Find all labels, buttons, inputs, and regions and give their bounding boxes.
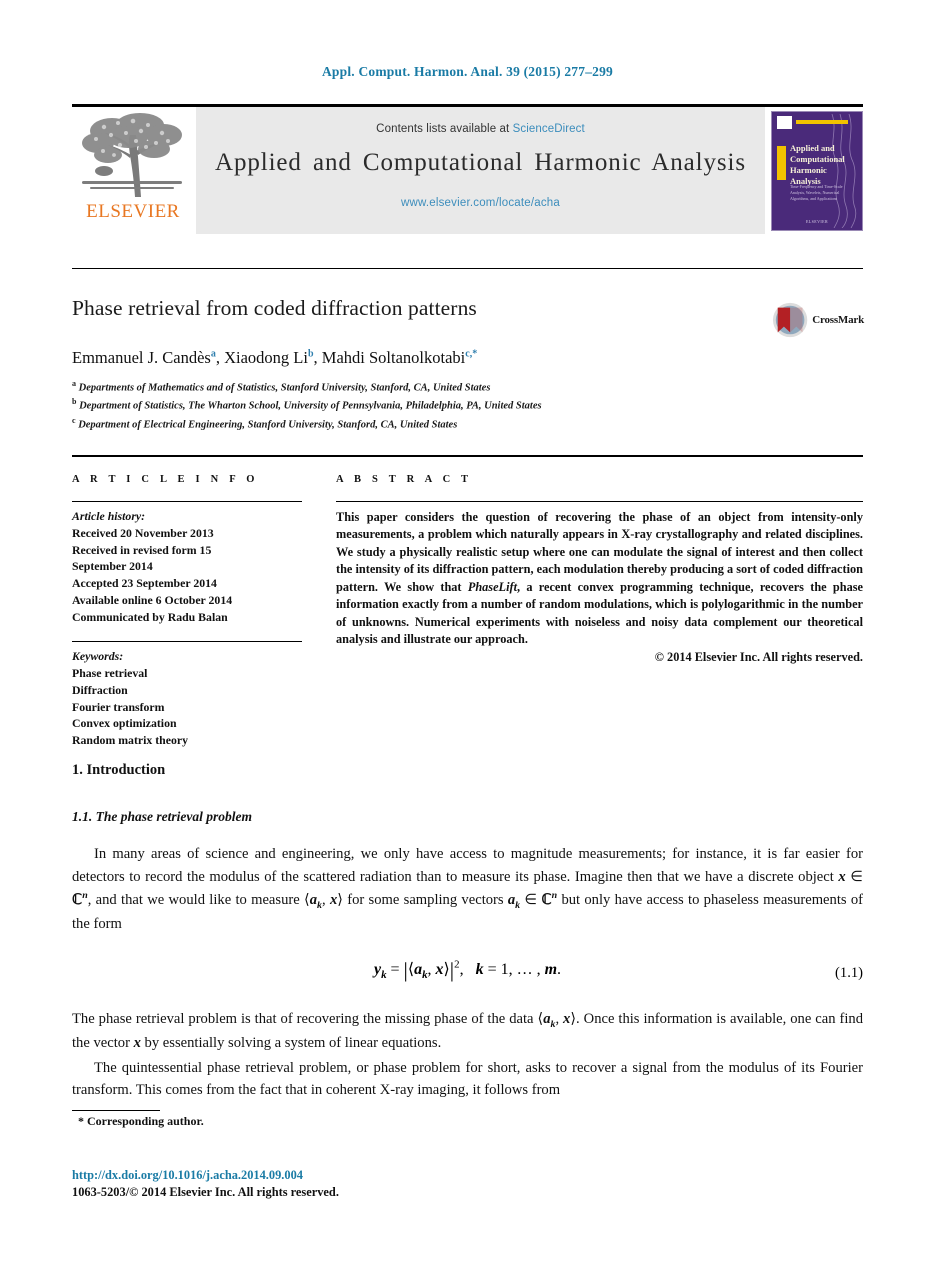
journal-title: Applied and Computational Harmonic Analy… bbox=[214, 149, 747, 176]
sciencedirect-link[interactable]: ScienceDirect bbox=[513, 123, 585, 135]
affiliation-text: Departments of Mathematics and of Statis… bbox=[78, 382, 491, 394]
journal-cover-thumbnail[interactable]: Applied and Computational Harmonic Analy… bbox=[771, 107, 863, 234]
article-history-line: Accepted 23 September 2014 bbox=[72, 576, 217, 590]
keyword-item: Fourier transform bbox=[72, 699, 165, 714]
keywords-label: Keywords: bbox=[72, 649, 124, 664]
keyword-item: Random matrix theory bbox=[72, 733, 188, 747]
equation-1-1-number: (1.1) bbox=[835, 964, 863, 981]
abstract-rule bbox=[336, 501, 863, 502]
paper-page: Appl. Comput. Harmon. Anal. 39 (2015) 27… bbox=[0, 0, 935, 1266]
inline-math-ak-in-Cn: ak ∈ ℂn bbox=[507, 890, 558, 911]
abstract-emphasis: PhaseLift bbox=[467, 579, 517, 594]
crossmark-icon bbox=[772, 302, 808, 338]
elsevier-tree-icon bbox=[82, 113, 182, 197]
abstract-heading: A B S T R A C T bbox=[336, 474, 473, 485]
paragraph-2-text-c: by essentially solving a system of linea… bbox=[140, 1035, 442, 1052]
article-info-heading: A R T I C L E I N F O bbox=[72, 474, 259, 485]
cover-journal-subtitle: Time-Frequency and Time-Scale Analysis, … bbox=[790, 184, 843, 201]
author-list: Emmanuel J. Candèsa, Xiaodong Lib, Mahdi… bbox=[72, 348, 478, 367]
contents-available-line: Contents lists available at ScienceDirec… bbox=[196, 107, 765, 135]
inline-math-inner-product-2: ⟨ak, x⟩ bbox=[537, 1010, 577, 1030]
paragraph-1-text-b: , and that we would like to measure bbox=[87, 892, 305, 909]
equation-row-1-1: yk = |⟨ak, x⟩|2, k = 1, … , m. (1.1) bbox=[72, 958, 863, 992]
affiliation-marker: b bbox=[72, 397, 77, 407]
elsevier-logo: ELSEVIER bbox=[72, 107, 194, 234]
keywords-block: Keywords: Phase retrieval Diffraction Fo… bbox=[72, 648, 302, 749]
subsection-heading-phase-retrieval-problem: 1.1. The phase retrieval problem bbox=[72, 809, 252, 824]
article-history-line: Available online 6 October 2014 bbox=[72, 592, 233, 607]
article-history-label: Article history: bbox=[72, 509, 146, 523]
keyword-item: Phase retrieval bbox=[72, 666, 148, 680]
keyword-item: Diffraction bbox=[72, 682, 128, 697]
paragraph-1-text-a: In many areas of science and engineering… bbox=[72, 846, 863, 885]
body-paragraph-3: The quintessential phase retrieval probl… bbox=[72, 1059, 863, 1099]
keywords-rule bbox=[72, 641, 302, 643]
affiliations-list: a Departments of Mathematics and of Stat… bbox=[72, 378, 862, 433]
journal-masthead: ELSEVIER Contents lists available at Sci… bbox=[72, 104, 863, 237]
footnote-divider bbox=[72, 1110, 160, 1111]
abstract-column: A B S T R A C T This paper considers the… bbox=[336, 474, 863, 665]
affiliation-item: c Department of Electrical Engineering, … bbox=[72, 415, 862, 433]
body-paragraph-1: In many areas of science and engineering… bbox=[72, 843, 863, 936]
cover-accent-bar bbox=[796, 120, 848, 124]
article-history-line: Communicated by Radu Balan bbox=[72, 609, 228, 624]
crossmark-badge[interactable]: CrossMark bbox=[772, 300, 864, 340]
info-section-divider bbox=[72, 455, 863, 457]
affiliation-text: Department of Electrical Engineering, St… bbox=[78, 419, 458, 431]
keyword-item: Convex optimization bbox=[72, 716, 177, 731]
section-heading-introduction: 1. Introduction bbox=[72, 762, 166, 778]
affiliation-text: Department of Statistics, The Wharton Sc… bbox=[79, 400, 542, 412]
article-history-line: Received in revised form 15 bbox=[72, 542, 212, 557]
affil-marker-b: b bbox=[307, 348, 314, 360]
affiliation-item: b Department of Statistics, The Wharton … bbox=[72, 396, 862, 414]
affiliation-item: a Departments of Mathematics and of Stat… bbox=[72, 378, 862, 396]
cover-journal-title: Applied and Computational Harmonic Analy… bbox=[790, 143, 845, 186]
masthead-center-panel: Contents lists available at ScienceDirec… bbox=[196, 107, 765, 234]
contents-prefix: Contents lists available at bbox=[376, 123, 510, 135]
article-body: 1. Introduction 1.1. The phase retrieval… bbox=[72, 762, 863, 1102]
body-paragraph-2: The phase retrieval problem is that of r… bbox=[72, 1008, 863, 1055]
inline-math-x: x bbox=[133, 1035, 141, 1052]
abstract-text: This paper considers the question of rec… bbox=[336, 509, 863, 649]
running-head: Appl. Comput. Harmon. Anal. 39 (2015) 27… bbox=[321, 64, 614, 79]
issn-copyright-line: 1063-5203/© 2014 Elsevier Inc. All right… bbox=[72, 1185, 339, 1199]
affil-marker-c: c,* bbox=[465, 348, 478, 360]
article-info-rule bbox=[72, 501, 302, 502]
crossmark-label: CrossMark bbox=[812, 314, 864, 326]
article-history-line: September 2014 bbox=[72, 559, 153, 574]
equation-1-1-body: yk = |⟨ak, x⟩|2, k = 1, … , m. bbox=[373, 957, 562, 982]
affiliation-marker: c bbox=[72, 415, 76, 425]
paragraph-1-text-c: for some sampling vectors bbox=[342, 892, 508, 909]
cover-color-swatch bbox=[777, 146, 786, 180]
elsevier-wordmark: ELSEVIER bbox=[86, 201, 180, 222]
article-history-line: Received 20 November 2013 bbox=[72, 525, 214, 540]
cover-publisher-mark bbox=[777, 116, 792, 129]
doi-link[interactable]: http://dx.doi.org/10.1016/j.acha.2014.09… bbox=[72, 1168, 303, 1183]
journal-homepage-link[interactable]: www.elsevier.com/locate/acha bbox=[196, 197, 765, 209]
paragraph-2-text-a: The phase retrieval problem is that of r… bbox=[72, 1010, 538, 1027]
article-info-column: A R T I C L E I N F O Article history: R… bbox=[72, 474, 302, 749]
cover-publisher-label: ELSEVIER bbox=[805, 219, 829, 224]
abstract-copyright: © 2014 Elsevier Inc. All rights reserved… bbox=[654, 649, 863, 664]
affil-marker-a: a bbox=[210, 348, 216, 360]
affiliation-marker: a bbox=[72, 379, 76, 388]
article-history-block: Article history: Received 20 November 20… bbox=[72, 508, 302, 625]
title-divider bbox=[72, 268, 863, 269]
article-title: Phase retrieval from coded diffraction p… bbox=[72, 296, 477, 320]
inline-math-inner-product: ⟨ak, x⟩ bbox=[304, 892, 343, 911]
corresponding-author-note: * Corresponding author. bbox=[78, 1114, 204, 1128]
